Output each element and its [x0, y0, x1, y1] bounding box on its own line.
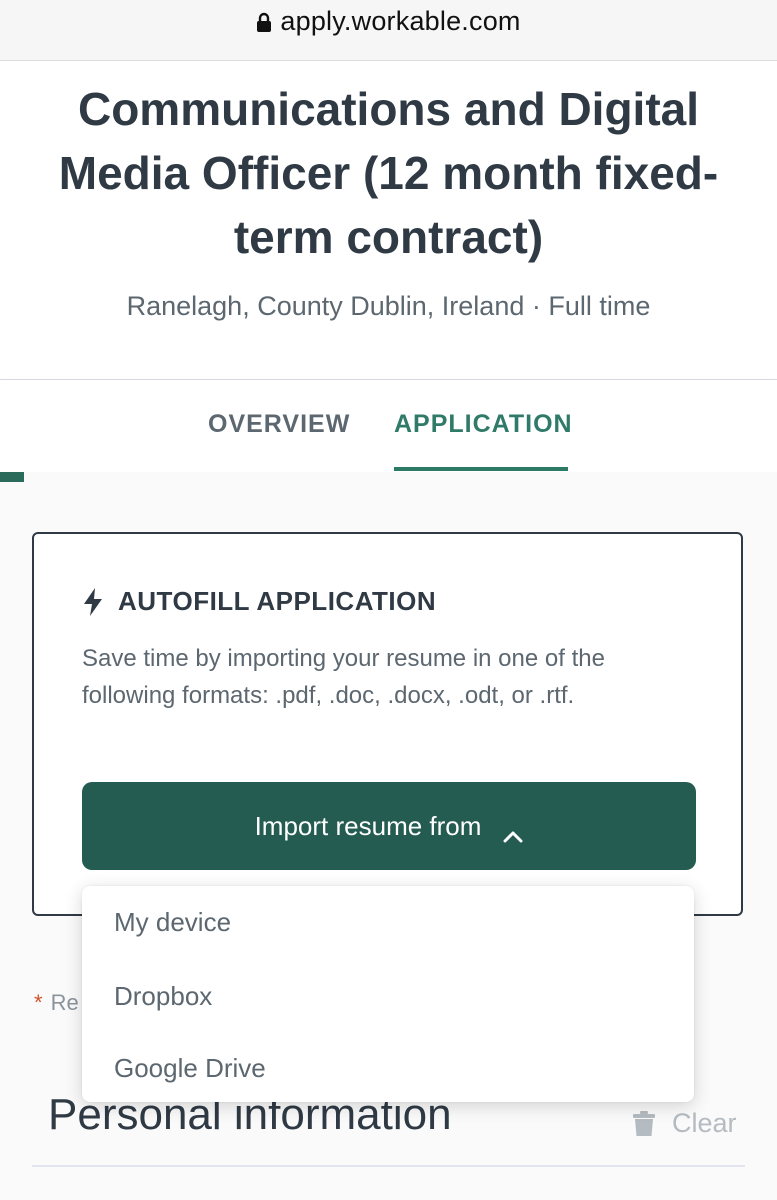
- url-display[interactable]: apply.workable.com: [256, 6, 520, 37]
- lock-icon: [256, 12, 272, 32]
- job-title: Communications and Digital Media Officer…: [58, 83, 719, 263]
- active-tab-indicator: [394, 467, 568, 471]
- autofill-card: AUTOFILL APPLICATION Save time by import…: [32, 532, 743, 916]
- required-fields-note: * Re: [34, 990, 79, 1016]
- job-header: Communications and Digital Media Officer…: [0, 61, 777, 380]
- section-divider: [32, 1165, 745, 1167]
- job-location-type: Ranelagh, County Dublin, Ireland · Full …: [126, 291, 651, 321]
- tab-overview[interactable]: OVERVIEW: [208, 410, 349, 472]
- clear-button[interactable]: Clear: [632, 1108, 737, 1139]
- autofill-description: Save time by importing your resume in on…: [82, 645, 605, 709]
- clear-label: Clear: [672, 1108, 737, 1138]
- bolt-icon: [82, 587, 104, 617]
- url-text: apply.workable.com: [280, 6, 521, 36]
- autofill-heading: AUTOFILL APPLICATION: [82, 586, 436, 617]
- menu-item-my-device[interactable]: My device: [114, 907, 231, 938]
- menu-item-dropbox[interactable]: Dropbox: [114, 981, 212, 1012]
- autofill-title: AUTOFILL APPLICATION: [118, 586, 437, 616]
- tab-application[interactable]: APPLICATION: [394, 410, 572, 472]
- required-note-text: Re: [50, 990, 79, 1015]
- import-source-menu: My device Dropbox Google Drive: [82, 886, 694, 1102]
- trash-icon: [632, 1110, 656, 1137]
- tabs-bar: OVERVIEW APPLICATION: [0, 380, 777, 472]
- progress-indicator: [0, 472, 24, 482]
- menu-item-google-drive[interactable]: Google Drive: [114, 1053, 266, 1084]
- import-resume-button[interactable]: Import resume from: [82, 782, 696, 870]
- chevron-up-icon: [503, 819, 523, 843]
- import-resume-label: Import resume from: [254, 810, 482, 841]
- browser-url-bar[interactable]: apply.workable.com: [0, 0, 777, 61]
- required-star: *: [34, 990, 43, 1015]
- page: apply.workable.com Communications and Di…: [0, 0, 777, 1200]
